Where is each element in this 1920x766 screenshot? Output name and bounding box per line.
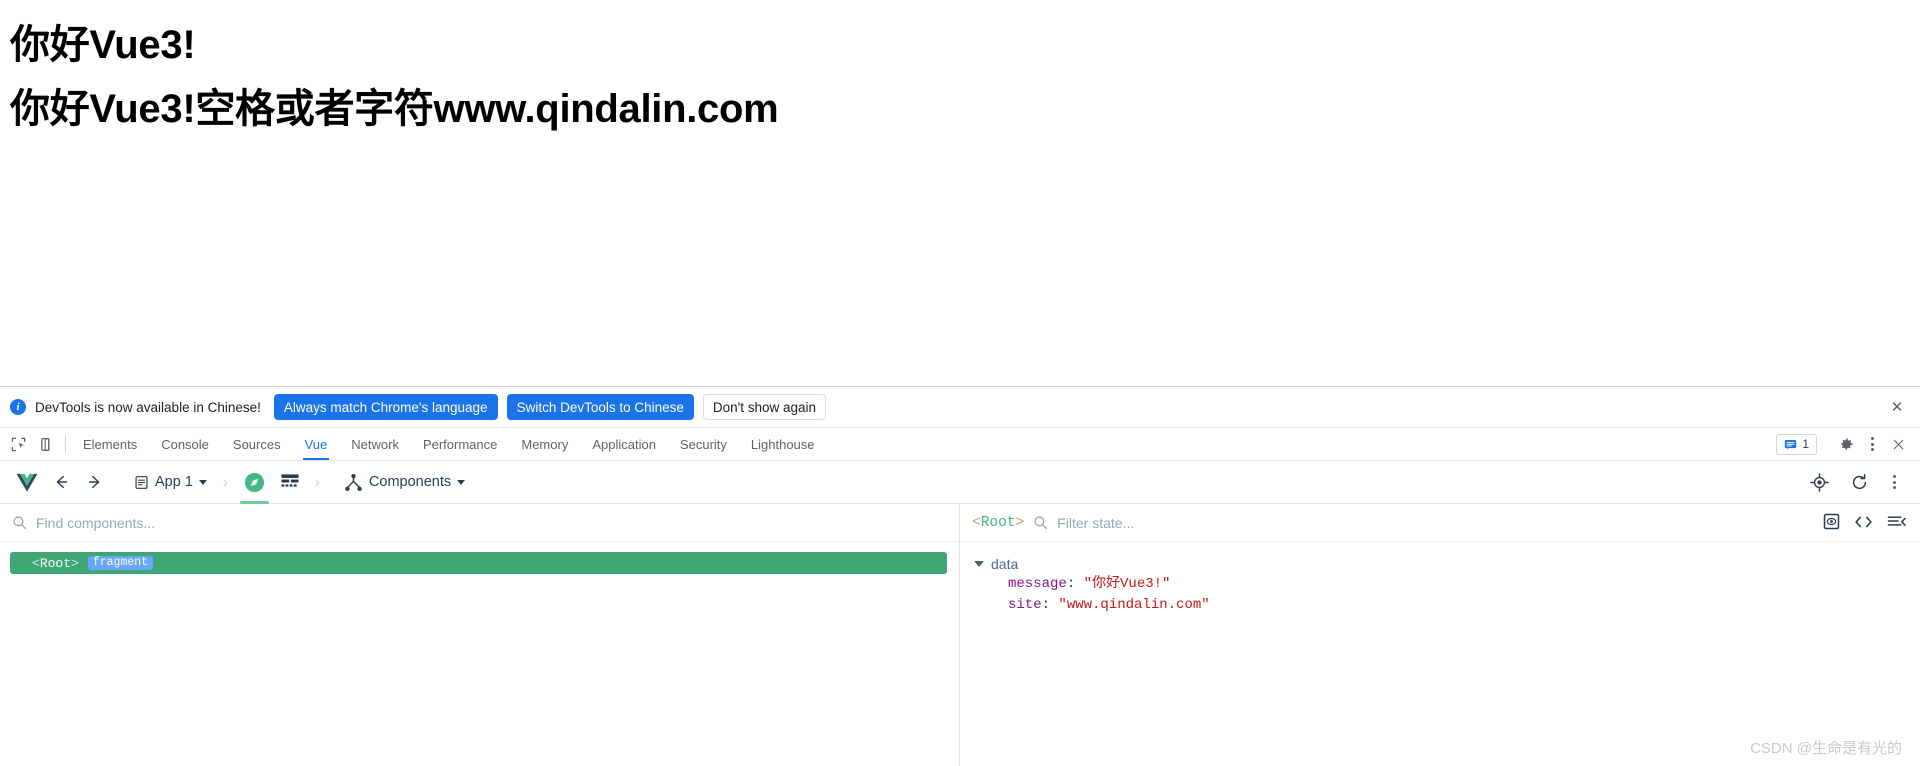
- state-value: "www.qindalin.com": [1058, 597, 1210, 613]
- kebab-menu-icon-vue[interactable]: [1884, 472, 1904, 492]
- state-inspector-pane: <Root> Filter state... data message: "你好…: [960, 504, 1920, 766]
- toolbar-divider: [65, 435, 66, 453]
- state-group-label: data: [991, 556, 1019, 572]
- inspect-dom-icon[interactable]: [1823, 513, 1840, 530]
- collapse-all-icon[interactable]: [1887, 514, 1906, 530]
- state-key: message: [1008, 576, 1067, 592]
- page-heading-primary: 你好Vue3!: [10, 23, 196, 67]
- message-count: 1: [1802, 437, 1809, 451]
- grid-icon[interactable]: [275, 467, 305, 497]
- vue-panel-body: <Root> fragment <Root>: [0, 504, 1920, 766]
- chevron-down-icon: [198, 479, 207, 485]
- state-group-data[interactable]: data: [974, 554, 1920, 574]
- state-entry-site[interactable]: site: "www.qindalin.com": [974, 595, 1920, 616]
- kebab-menu-icon[interactable]: [1862, 434, 1882, 454]
- component-tree-list: <Root> fragment: [0, 542, 959, 574]
- search-icon-state: [1033, 515, 1048, 530]
- close-icon[interactable]: ✕: [1888, 398, 1906, 416]
- vue-logo-icon: [12, 467, 42, 497]
- state-key: site: [1008, 597, 1042, 613]
- tab-security[interactable]: Security: [668, 428, 739, 460]
- state-value: "你好Vue3!": [1083, 576, 1171, 592]
- state-filter-bar: <Root>: [960, 504, 1920, 542]
- devtools-tab-bar: Elements Console Sources Vue Network Per…: [0, 428, 1920, 461]
- message-icon: [1785, 439, 1797, 450]
- view-selector[interactable]: Components: [338, 465, 471, 499]
- switch-devtools-to-chinese-button[interactable]: Switch DevTools to Chinese: [506, 394, 694, 420]
- selected-component-label: <Root>: [972, 514, 1025, 531]
- tab-elements[interactable]: Elements: [71, 428, 149, 460]
- forward-button[interactable]: [80, 467, 110, 497]
- watermark: CSDN @生命是有光的: [1750, 740, 1902, 757]
- chevron-down-icon-2: [457, 479, 466, 485]
- app-selector[interactable]: App 1: [128, 465, 213, 499]
- document-icon: [135, 475, 148, 489]
- tab-performance[interactable]: Performance: [411, 428, 509, 460]
- component-name: <Root>: [32, 555, 79, 571]
- tab-lighthouse[interactable]: Lighthouse: [739, 428, 827, 460]
- always-match-language-button[interactable]: Always match Chrome's language: [273, 394, 498, 420]
- state-filter-input[interactable]: [1057, 514, 1908, 531]
- tab-application[interactable]: Application: [580, 428, 668, 460]
- tab-console[interactable]: Console: [149, 428, 221, 460]
- state-tree: data message: "你好Vue3!" site: "www.qinda…: [960, 542, 1920, 616]
- inspect-element-icon[interactable]: [4, 428, 32, 460]
- gear-icon[interactable]: [1832, 436, 1860, 452]
- component-tag-badge: fragment: [87, 555, 154, 571]
- notification-message: DevTools is now available in Chinese!: [35, 399, 261, 415]
- search-icon: [12, 515, 27, 530]
- compass-icon: [244, 472, 264, 492]
- breadcrumb-chevron-2: ›: [314, 473, 320, 491]
- tree-row-root[interactable]: <Root> fragment: [10, 552, 947, 574]
- devtools-window: i DevTools is now available in Chinese! …: [0, 386, 1920, 766]
- devtools-tab-bar-actions: 1: [1776, 428, 1920, 460]
- component-search-bar: [0, 504, 959, 542]
- refresh-icon[interactable]: [1844, 467, 1874, 497]
- state-pane-actions: [1823, 513, 1906, 530]
- app-selector-label: App 1: [155, 474, 193, 490]
- view-selector-label: Components: [368, 474, 452, 490]
- close-icon[interactable]: [1884, 438, 1912, 451]
- tab-sources[interactable]: Sources: [221, 428, 293, 460]
- instance-selector[interactable]: [238, 465, 271, 504]
- device-toolbar-icon[interactable]: [32, 428, 60, 460]
- breadcrumb-chevron-1: ›: [222, 473, 228, 491]
- tab-vue[interactable]: Vue: [293, 428, 340, 460]
- page-heading-secondary: 你好Vue3!空格或者字符www.qindalin.com: [10, 87, 779, 131]
- components-tree-icon: [345, 473, 362, 491]
- state-entry-message[interactable]: message: "你好Vue3!": [974, 574, 1920, 595]
- component-tree-pane: <Root> fragment: [0, 504, 960, 766]
- web-page-viewport: 你好Vue3! 你好Vue3!空格或者字符www.qindalin.com: [0, 0, 1920, 386]
- target-select-icon[interactable]: [1804, 467, 1834, 497]
- info-icon: i: [10, 399, 26, 415]
- tab-memory[interactable]: Memory: [509, 428, 580, 460]
- tab-network[interactable]: Network: [339, 428, 411, 460]
- devtools-language-notification: i DevTools is now available in Chinese! …: [0, 387, 1920, 428]
- message-count-badge[interactable]: 1: [1776, 433, 1817, 455]
- vue-toolbar-actions: [1804, 467, 1920, 497]
- chevron-down-icon-data: [974, 561, 984, 567]
- dont-show-again-button[interactable]: Don't show again: [702, 394, 827, 420]
- vue-devtools-toolbar: App 1 › › Components: [0, 461, 1920, 504]
- code-brackets-icon[interactable]: [1854, 514, 1873, 530]
- component-search-input[interactable]: [36, 514, 947, 531]
- back-button[interactable]: [46, 467, 76, 497]
